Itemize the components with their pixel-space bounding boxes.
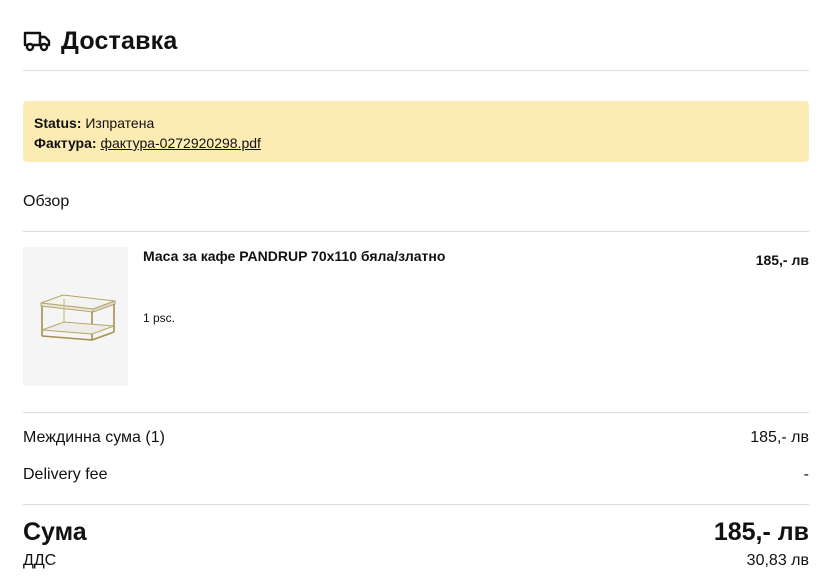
subtotal-row: Междинна сума (1) 185,- лв (23, 429, 809, 447)
status-value: Изпратена (85, 115, 155, 131)
subtotal-value: 185,- лв (750, 429, 809, 446)
summary-divider (23, 504, 809, 505)
status-label: Status: (34, 115, 82, 131)
invoice-line: Фактура: фактура-0272920298.pdf (34, 133, 798, 153)
items-divider (23, 412, 809, 413)
page-title: Доставка (61, 26, 178, 55)
delivery-fee-label: Delivery fee (23, 466, 108, 483)
delivery-header: Доставка (23, 24, 809, 58)
truck-icon (23, 30, 53, 52)
delivery-fee-row: Delivery fee - (23, 466, 809, 484)
subtotal-label: Междинна сума (1) (23, 429, 165, 446)
invoice-label: Фактура: (34, 135, 97, 151)
total-row: Сума 185,- лв (23, 518, 809, 547)
product-image[interactable] (23, 247, 128, 386)
overview-divider (23, 231, 809, 232)
vat-value: 30,83 лв (746, 552, 809, 569)
invoice-link[interactable]: фактура-0272920298.pdf (100, 135, 260, 151)
vat-row: ДДС 30,83 лв (23, 552, 809, 570)
vat-label: ДДС (23, 552, 57, 569)
total-value: 185,- лв (713, 518, 809, 546)
status-line: Status: Изпратена (34, 113, 798, 133)
header-divider (23, 70, 809, 71)
product-price: 185,- лв (755, 252, 809, 268)
delivery-fee-value: - (803, 466, 809, 483)
overview-title: Обзор (23, 193, 70, 210)
product-name[interactable]: Маса за кафе PANDRUP 70x110 бяла/златно (143, 248, 445, 264)
total-label: Сума (23, 518, 87, 546)
status-box: Status: Изпратена Фактура: фактура-02729… (23, 101, 809, 162)
product-quantity: 1 psc. (143, 311, 176, 325)
